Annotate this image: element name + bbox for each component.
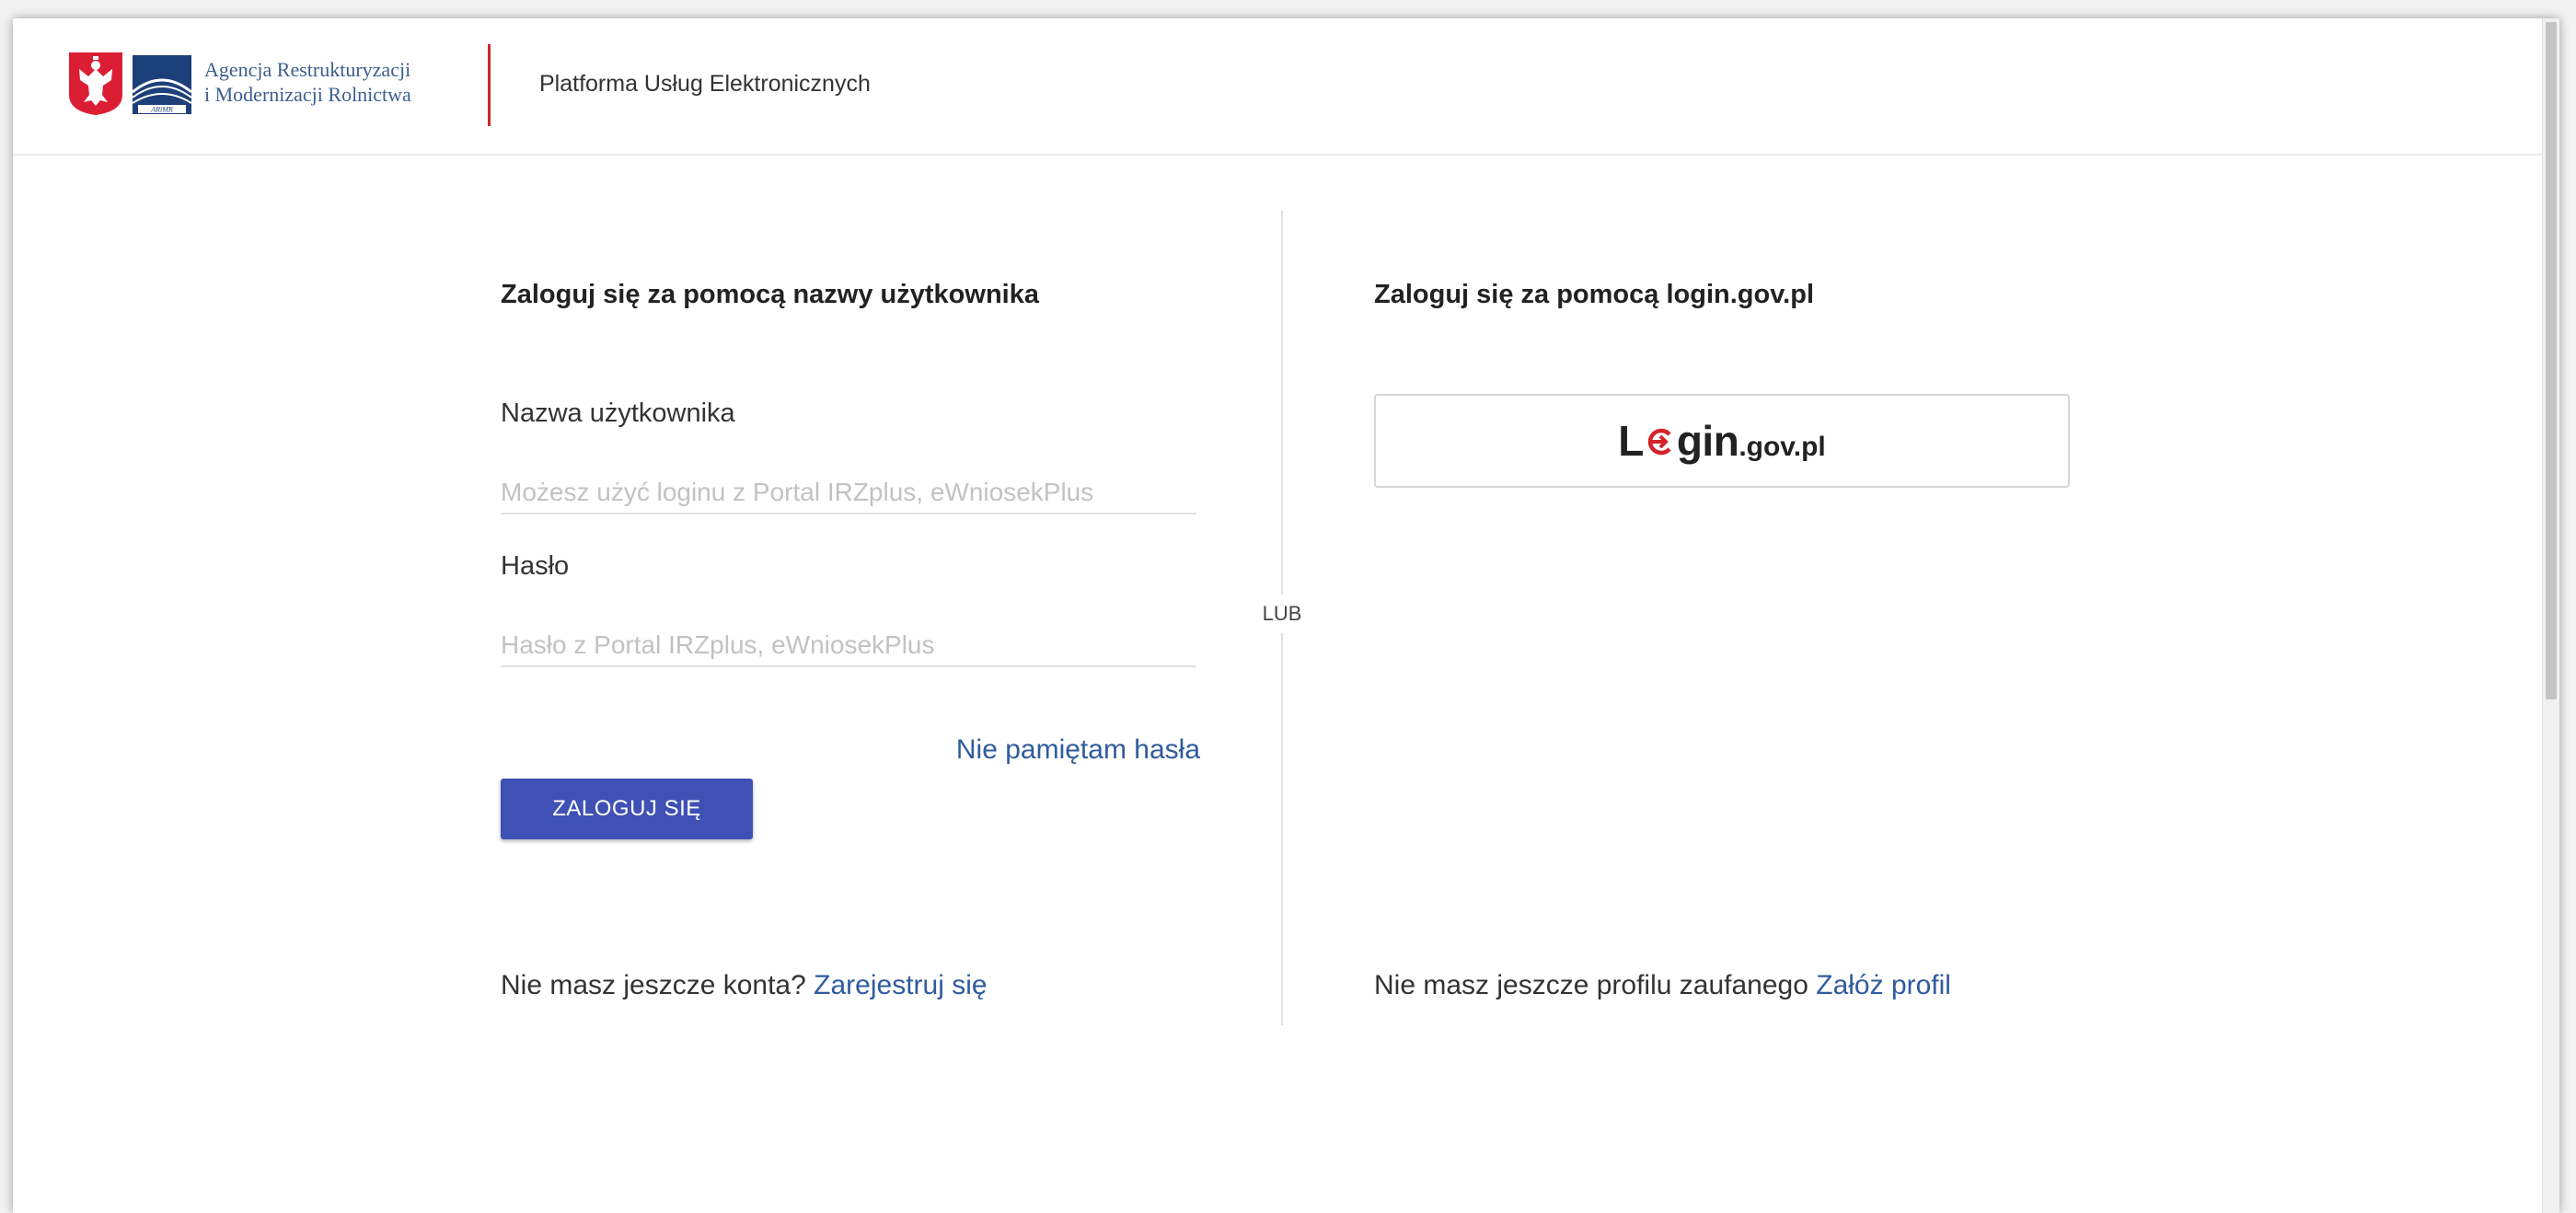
platform-title: Platforma Usług Elektronicznych (539, 71, 871, 97)
register-prompt: Nie masz jeszcze konta? Zarejestruj się (501, 970, 988, 1001)
login-button[interactable]: ZALOGUJ SIĘ (501, 779, 753, 839)
register-link[interactable]: Zarejestruj się (814, 970, 987, 1000)
no-account-text: Nie masz jeszcze konta? (501, 970, 806, 1000)
arimr-logo-text: ARiMR (150, 106, 173, 114)
gov-logo-suffix: .gov.pl (1739, 432, 1826, 462)
browser-window: ARiMR Agencja Restrukturyzacji i Moderni… (13, 18, 2559, 1213)
profile-prompt: Nie masz jeszcze profilu zaufanego Załóż… (1374, 970, 1951, 1001)
login-gov-button[interactable]: L gin .gov.pl (1374, 394, 2070, 488)
username-login-title: Zaloguj się za pomocą nazwy użytkownika (501, 280, 1039, 309)
username-label: Nazwa użytkownika (501, 399, 735, 428)
password-label: Hasło (501, 551, 570, 581)
vertical-scrollbar[interactable] (2542, 18, 2559, 1213)
login-gov-logo: L gin .gov.pl (1618, 416, 1826, 466)
agency-name-line1: Agencja Restrukturyzacji (204, 58, 411, 81)
username-input[interactable] (501, 472, 1196, 514)
scrollbar-thumb[interactable] (2546, 22, 2557, 699)
or-separator-label: LUB (1257, 595, 1307, 633)
page-header: ARiMR Agencja Restrukturyzacji i Moderni… (13, 18, 2559, 156)
agency-name-line2: i Modernizacji Rolnictwa (204, 83, 411, 106)
gov-logo-l: L (1618, 417, 1644, 465)
login-gov-arrow-icon (1647, 428, 1671, 456)
forgot-password-link[interactable]: Nie pamiętam hasła (956, 734, 1200, 766)
gov-login-title: Zaloguj się za pomocą login.gov.pl (1374, 280, 1815, 309)
polish-eagle-icon (69, 52, 122, 115)
header-divider (488, 44, 491, 126)
password-input[interactable] (501, 625, 1196, 667)
create-profile-link[interactable]: Załóż profil (1816, 970, 1951, 1000)
no-profile-text: Nie masz jeszcze profilu zaufanego (1374, 970, 1808, 1000)
agency-name: Agencja Restrukturyzacji i Modernizacji … (204, 57, 411, 107)
gov-logo-gin: gin (1676, 417, 1739, 465)
arimr-logo-icon: ARiMR (133, 55, 191, 114)
